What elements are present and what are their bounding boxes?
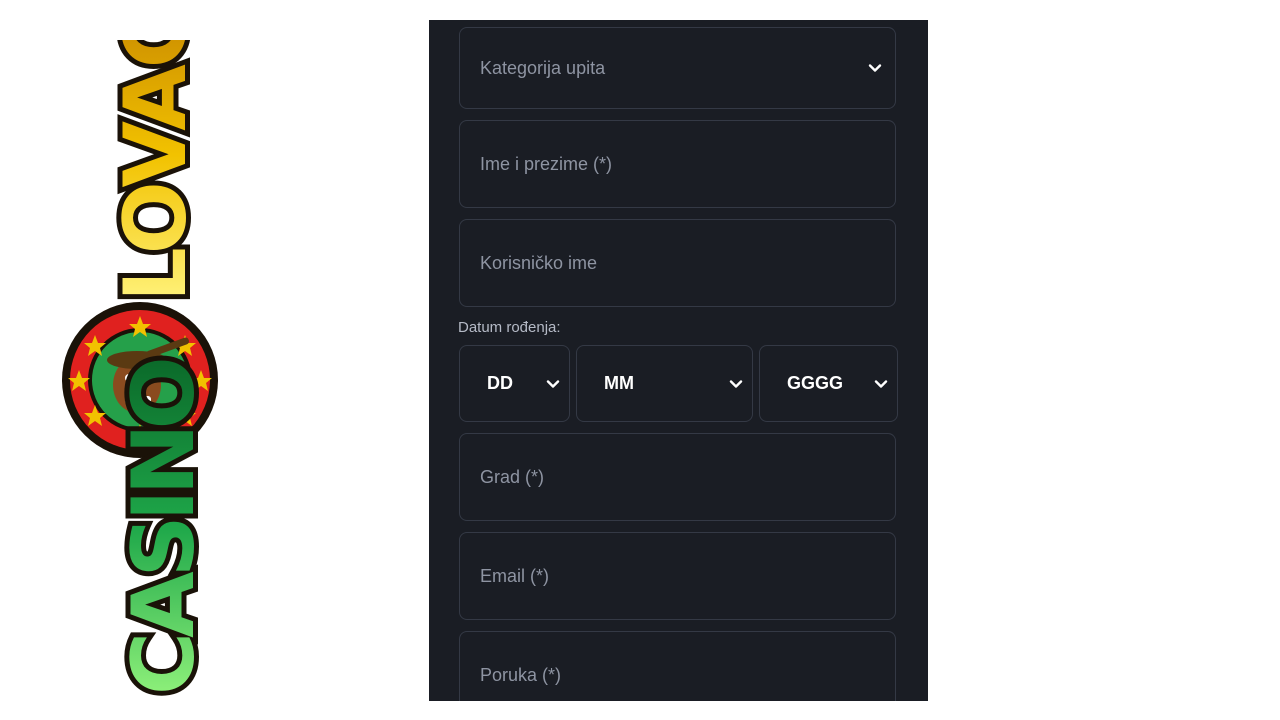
message-textarea[interactable]: Poruka (*) [459,631,896,701]
message-placeholder: Poruka (*) [480,664,562,685]
dob-year-value: GGGG [787,373,844,393]
email-input[interactable]: Email (*) [459,532,896,620]
username-input[interactable]: Korisničko ime [459,219,896,307]
category-select-value: Kategorija upita [480,57,606,78]
dob-day-select[interactable]: DD [459,345,570,422]
username-placeholder: Korisničko ime [480,252,598,273]
casino-lovac-logo: LOVAC CASINO [55,40,225,700]
city-placeholder: Grad (*) [480,466,545,487]
chevron-down-icon [869,372,893,396]
logo-graphic: LOVAC CASINO [62,40,219,700]
dob-month-select[interactable]: MM [576,345,753,422]
full-name-placeholder: Ime i prezime (*) [480,153,613,174]
dob-month-value: MM [604,373,634,393]
chevron-down-icon [541,372,565,396]
chevron-down-icon [724,372,748,396]
city-input[interactable]: Grad (*) [459,433,896,521]
logo-word-casino: CASINO [114,360,214,695]
dob-day-value: DD [487,373,513,393]
category-select[interactable]: Kategorija upita [459,27,896,109]
dob-year-select[interactable]: GGGG [759,345,898,422]
full-name-input[interactable]: Ime i prezime (*) [459,120,896,208]
logo-word-lovac: LOVAC [106,40,206,302]
email-placeholder: Email (*) [480,565,550,586]
dob-label: Datum rođenja: [458,319,561,336]
contact-form-panel: Kategorija upita Ime i prezime (*) Koris… [429,20,928,701]
chevron-down-icon [863,56,887,80]
